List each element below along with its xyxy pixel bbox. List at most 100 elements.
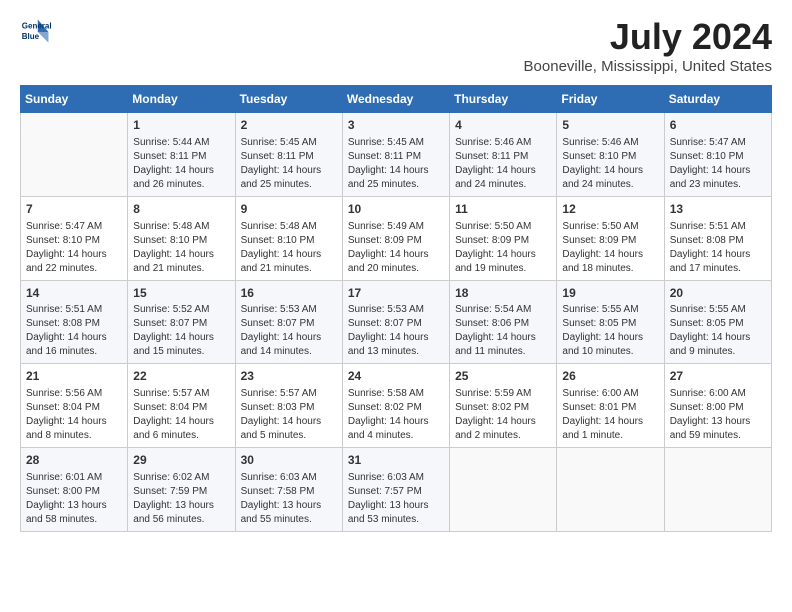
day-number: 16 [241,285,337,302]
weekday-header-row: SundayMondayTuesdayWednesdayThursdayFrid… [21,86,772,113]
day-info: Sunrise: 5:50 AM Sunset: 8:09 PM Dayligh… [562,220,658,276]
day-info: Sunrise: 6:03 AM Sunset: 7:57 PM Dayligh… [348,471,444,527]
calendar-day-cell [21,113,128,197]
day-info: Sunrise: 6:00 AM Sunset: 8:01 PM Dayligh… [562,387,658,443]
calendar-day-cell: 31 Sunrise: 6:03 AM Sunset: 7:57 PM Dayli… [342,448,449,532]
calendar-day-cell: 25 Sunrise: 5:59 AM Sunset: 8:02 PM Dayli… [450,364,557,448]
calendar-table: SundayMondayTuesdayWednesdayThursdayFrid… [20,85,772,532]
weekday-header-cell: Sunday [21,86,128,113]
calendar-day-cell: 19Sunrise: 5:55 AM Sunset: 8:05 PM Dayli… [557,280,664,364]
svg-text:General: General [22,21,52,30]
calendar-day-cell: 20Sunrise: 5:55 AM Sunset: 8:05 PM Dayli… [664,280,771,364]
logo-icon: General Blue [20,16,52,48]
calendar-day-cell: 9 Sunrise: 5:48 AM Sunset: 8:10 PM Daylig… [235,196,342,280]
day-number: 19 [562,285,658,302]
day-info: Sunrise: 5:46 AM Sunset: 8:11 PM Dayligh… [455,136,551,192]
day-number: 7 [26,201,122,218]
day-number: 27 [670,368,766,385]
calendar-day-cell: 21Sunrise: 5:56 AM Sunset: 8:04 PM Dayli… [21,364,128,448]
weekday-header-cell: Saturday [664,86,771,113]
weekday-header-cell: Thursday [450,86,557,113]
day-info: Sunrise: 5:47 AM Sunset: 8:10 PM Dayligh… [670,136,766,192]
weekday-header-cell: Tuesday [235,86,342,113]
calendar-day-cell: 17Sunrise: 5:53 AM Sunset: 8:07 PM Dayli… [342,280,449,364]
calendar-day-cell: 10 Sunrise: 5:49 AM Sunset: 8:09 PM Dayli… [342,196,449,280]
calendar-day-cell: 4 Sunrise: 5:46 AM Sunset: 8:11 PM Daylig… [450,113,557,197]
day-number: 17 [348,285,444,302]
day-info: Sunrise: 5:51 AM Sunset: 8:08 PM Dayligh… [670,220,766,276]
page-header: General Blue July 2024 Booneville, Missi… [20,16,772,75]
day-info: Sunrise: 6:00 AM Sunset: 8:00 PM Dayligh… [670,387,766,443]
day-number: 25 [455,368,551,385]
day-info: Sunrise: 5:46 AM Sunset: 8:10 PM Dayligh… [562,136,658,192]
day-number: 1 [133,117,229,134]
svg-text:Blue: Blue [22,32,40,41]
day-number: 6 [670,117,766,134]
day-info: Sunrise: 5:57 AM Sunset: 8:04 PM Dayligh… [133,387,229,443]
day-number: 9 [241,201,337,218]
calendar-day-cell: 22 Sunrise: 5:57 AM Sunset: 8:04 PM Dayli… [128,364,235,448]
day-number: 2 [241,117,337,134]
calendar-day-cell [557,448,664,532]
calendar-day-cell: 23Sunrise: 5:57 AM Sunset: 8:03 PM Dayli… [235,364,342,448]
day-number: 31 [348,452,444,469]
calendar-week-row: 1Sunrise: 5:44 AM Sunset: 8:11 PM Daylig… [21,113,772,197]
calendar-day-cell: 28Sunrise: 6:01 AM Sunset: 8:00 PM Dayli… [21,448,128,532]
calendar-day-cell: 11Sunrise: 5:50 AM Sunset: 8:09 PM Dayli… [450,196,557,280]
calendar-day-cell: 3Sunrise: 5:45 AM Sunset: 8:11 PM Daylig… [342,113,449,197]
day-info: Sunrise: 5:53 AM Sunset: 8:07 PM Dayligh… [348,303,444,359]
day-number: 20 [670,285,766,302]
day-info: Sunrise: 5:50 AM Sunset: 8:09 PM Dayligh… [455,220,551,276]
calendar-day-cell: 29Sunrise: 6:02 AM Sunset: 7:59 PM Dayli… [128,448,235,532]
calendar-day-cell: 18Sunrise: 5:54 AM Sunset: 8:06 PM Dayli… [450,280,557,364]
calendar-body: 1Sunrise: 5:44 AM Sunset: 8:11 PM Daylig… [21,113,772,532]
day-info: Sunrise: 5:54 AM Sunset: 8:06 PM Dayligh… [455,303,551,359]
logo: General Blue [20,16,52,48]
day-info: Sunrise: 5:55 AM Sunset: 8:05 PM Dayligh… [670,303,766,359]
calendar-day-cell [664,448,771,532]
calendar-day-cell: 16Sunrise: 5:53 AM Sunset: 8:07 PM Dayli… [235,280,342,364]
calendar-week-row: 28Sunrise: 6:01 AM Sunset: 8:00 PM Dayli… [21,448,772,532]
day-number: 26 [562,368,658,385]
day-info: Sunrise: 6:03 AM Sunset: 7:58 PM Dayligh… [241,471,337,527]
day-info: Sunrise: 5:51 AM Sunset: 8:08 PM Dayligh… [26,303,122,359]
location-title: Booneville, Mississippi, United States [524,58,772,75]
calendar-week-row: 7 Sunrise: 5:47 AM Sunset: 8:10 PM Daylig… [21,196,772,280]
day-number: 3 [348,117,444,134]
day-number: 29 [133,452,229,469]
day-info: Sunrise: 5:47 AM Sunset: 8:10 PM Dayligh… [26,220,122,276]
calendar-day-cell [450,448,557,532]
day-number: 10 [348,201,444,218]
day-number: 5 [562,117,658,134]
day-number: 15 [133,285,229,302]
day-number: 22 [133,368,229,385]
month-title: July 2024 [524,16,772,58]
calendar-day-cell: 8 Sunrise: 5:48 AM Sunset: 8:10 PM Daylig… [128,196,235,280]
day-number: 30 [241,452,337,469]
day-number: 13 [670,201,766,218]
day-info: Sunrise: 5:52 AM Sunset: 8:07 PM Dayligh… [133,303,229,359]
day-info: Sunrise: 5:55 AM Sunset: 8:05 PM Dayligh… [562,303,658,359]
calendar-day-cell: 13 Sunrise: 5:51 AM Sunset: 8:08 PM Dayli… [664,196,771,280]
title-block: July 2024 Booneville, Mississippi, Unite… [524,16,772,75]
calendar-day-cell: 6 Sunrise: 5:47 AM Sunset: 8:10 PM Daylig… [664,113,771,197]
day-info: Sunrise: 5:48 AM Sunset: 8:10 PM Dayligh… [133,220,229,276]
day-info: Sunrise: 5:59 AM Sunset: 8:02 PM Dayligh… [455,387,551,443]
day-number: 4 [455,117,551,134]
calendar-day-cell: 12Sunrise: 5:50 AM Sunset: 8:09 PM Dayli… [557,196,664,280]
calendar-day-cell: 24Sunrise: 5:58 AM Sunset: 8:02 PM Dayli… [342,364,449,448]
calendar-day-cell: 26 Sunrise: 6:00 AM Sunset: 8:01 PM Dayli… [557,364,664,448]
calendar-day-cell: 15Sunrise: 5:52 AM Sunset: 8:07 PM Dayli… [128,280,235,364]
day-info: Sunrise: 5:53 AM Sunset: 8:07 PM Dayligh… [241,303,337,359]
calendar-day-cell: 5 Sunrise: 5:46 AM Sunset: 8:10 PM Daylig… [557,113,664,197]
day-number: 14 [26,285,122,302]
weekday-header-cell: Friday [557,86,664,113]
day-number: 28 [26,452,122,469]
day-info: Sunrise: 5:49 AM Sunset: 8:09 PM Dayligh… [348,220,444,276]
calendar-day-cell: 30 Sunrise: 6:03 AM Sunset: 7:58 PM Dayli… [235,448,342,532]
calendar-day-cell: 1Sunrise: 5:44 AM Sunset: 8:11 PM Daylig… [128,113,235,197]
day-info: Sunrise: 5:48 AM Sunset: 8:10 PM Dayligh… [241,220,337,276]
day-number: 18 [455,285,551,302]
day-number: 23 [241,368,337,385]
day-number: 8 [133,201,229,218]
